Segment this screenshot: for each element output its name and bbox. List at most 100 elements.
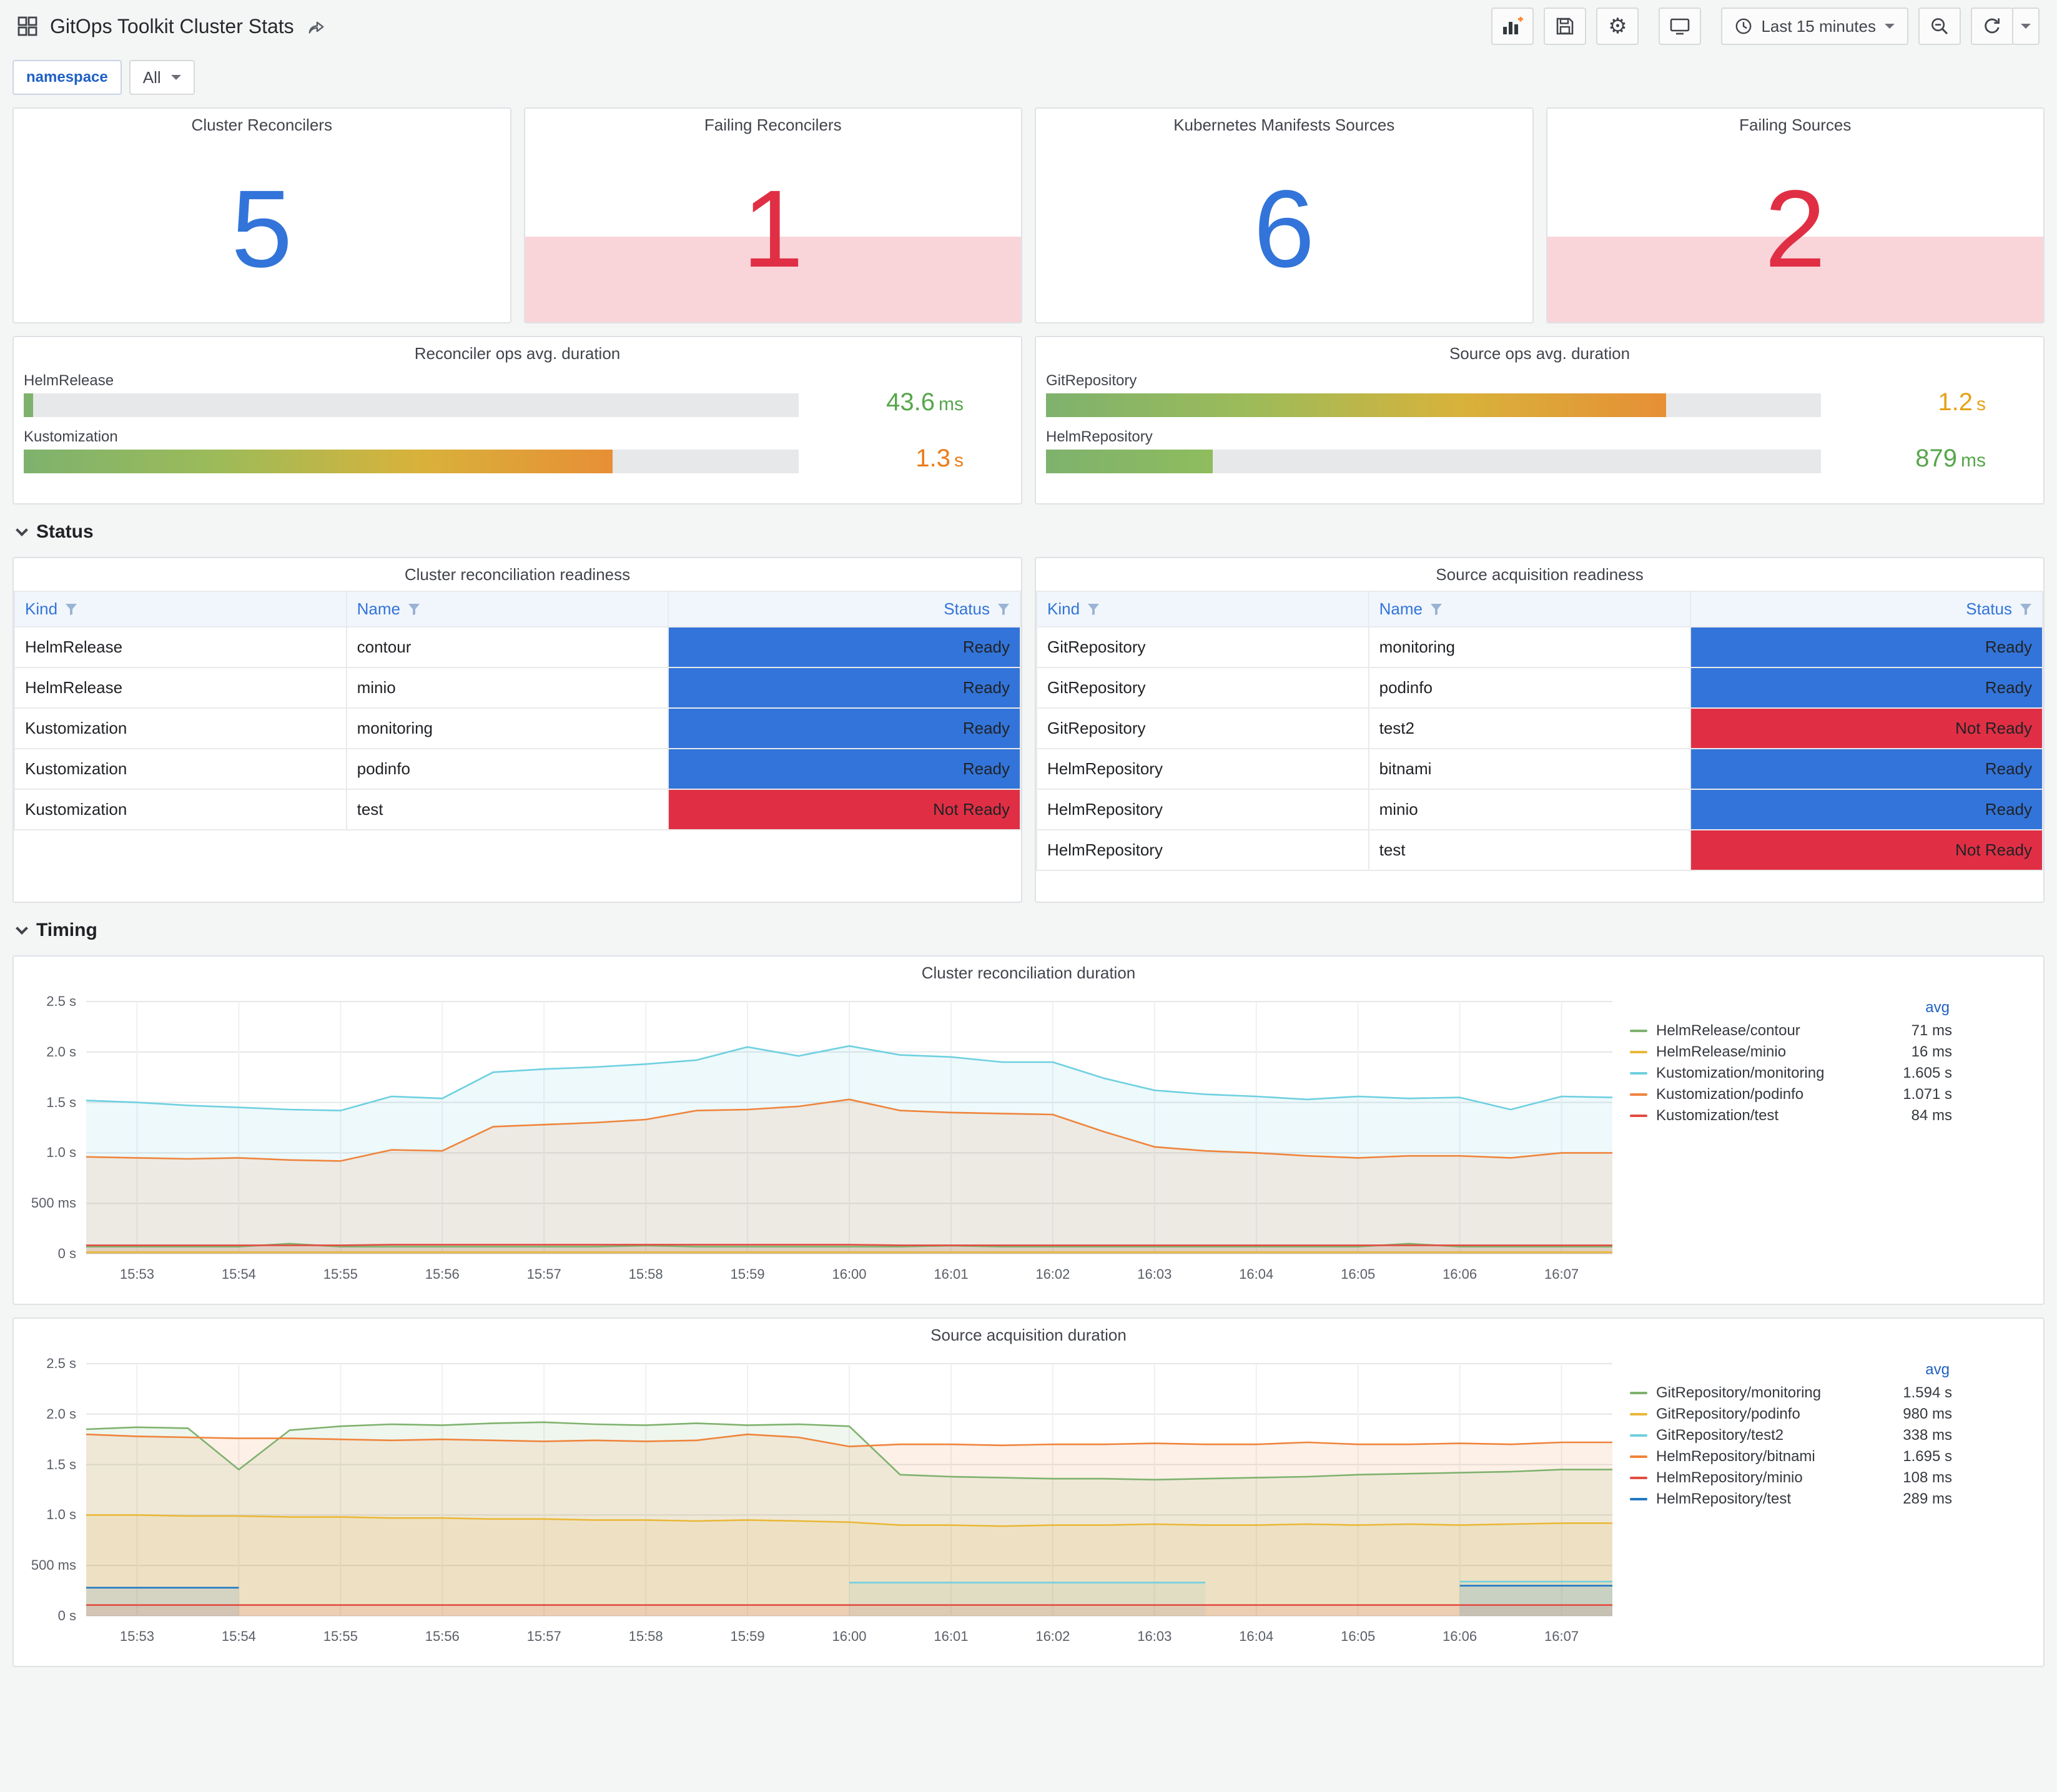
chart-legend: avg HelmRelease/contour 71 ms HelmRelease/… [1630,994,1952,1284]
time-series-plot[interactable] [86,1356,1612,1623]
column-header-status[interactable]: Status [1690,591,2043,628]
panel-title[interactable]: Source acquisition readiness [1036,558,2043,591]
x-tick-label: 16:03 [1137,1266,1172,1282]
legend-item: HelmRelease/contour 71 ms [1630,1020,1952,1041]
refresh-button[interactable] [1971,7,2013,45]
filter-icon[interactable] [408,603,420,616]
tv-mode-button[interactable] [1659,7,1702,45]
gauge-label: HelmRelease [24,372,114,389]
legend-series-name[interactable]: GitRepository/test2 [1656,1427,1783,1444]
variable-value-dropdown[interactable]: All [129,60,195,95]
section-title: Status [36,521,94,542]
x-tick-label: 16:04 [1239,1266,1274,1282]
legend-item: HelmRepository/test 289 ms [1630,1489,1952,1510]
settings-button[interactable]: ⚙ [1596,7,1639,45]
status-cell: Ready [668,667,1021,709]
kind-cell: Kustomization [14,707,347,749]
gauge-label: GitRepository [1046,372,1137,389]
x-tick-label: 15:53 [119,1628,154,1644]
chevron-down-icon [2021,24,2031,29]
legend-series-swatch [1630,1072,1647,1075]
legend-series-name[interactable]: HelmRepository/minio [1656,1469,1803,1487]
table-row: HelmRepository bitnami Ready [1036,748,2043,790]
variable-selected-value: All [142,67,161,87]
panel-title[interactable]: Cluster reconciliation readiness [14,558,1021,591]
kind-cell: HelmRepository [1036,789,1369,830]
legend-item: Kustomization/test 84 ms [1630,1105,1952,1126]
name-cell: contour [345,626,669,668]
refresh-interval-dropdown[interactable] [2012,7,2040,45]
filter-icon[interactable] [1430,603,1443,616]
legend-series-swatch [1630,1455,1647,1458]
x-tick-label: 15:59 [730,1628,765,1644]
x-tick-label: 16:05 [1341,1628,1376,1644]
time-series-plot[interactable] [86,994,1612,1261]
legend-series-name[interactable]: Kustomization/monitoring [1656,1065,1824,1082]
panel-title[interactable]: Cluster reconciliation duration [14,957,2043,989]
filter-icon[interactable] [2020,603,2032,616]
table-row: GitRepository test2 Not Ready [1036,707,2043,749]
legend-series-avg: 16 ms [1911,1043,1952,1060]
x-tick-label: 16:07 [1544,1266,1579,1282]
y-tick-label: 0 s [57,1608,76,1623]
status-cell: Ready [668,626,1021,668]
time-picker-button[interactable]: Last 15 minutes [1721,7,1908,45]
filter-icon[interactable] [997,603,1010,616]
legend-series-swatch [1630,1477,1647,1479]
gauge-track [24,450,799,473]
legend-series-name[interactable]: HelmRepository/bitnami [1656,1448,1815,1465]
column-header-name[interactable]: Name [1368,591,1692,628]
stat-value: 5 [231,168,293,290]
legend-series-name[interactable]: GitRepository/podinfo [1656,1406,1800,1423]
legend-item: Kustomization/podinfo 1.071 s [1630,1084,1952,1105]
refresh-icon [1985,18,2000,34]
filter-icon[interactable] [1087,603,1100,616]
legend-series-name[interactable]: Kustomization/test [1656,1107,1778,1125]
gauge-value: 879 ms [1915,445,1986,472]
legend-item: Kustomization/monitoring 1.605 s [1630,1063,1952,1084]
legend-series-avg: 289 ms [1903,1490,1952,1507]
legend-series-name[interactable]: Kustomization/podinfo [1656,1086,1803,1103]
name-cell: podinfo [345,748,669,790]
legend-series-swatch [1630,1093,1647,1096]
name-cell: bitnami [1368,748,1692,790]
section-title: Timing [36,920,97,940]
legend-series-swatch [1630,1498,1647,1500]
readiness-table: Kind Name Status HelmRelease contour Ready… [14,591,1021,830]
legend-series-name[interactable]: GitRepository/monitoring [1656,1384,1821,1402]
y-tick-label: 1.0 s [46,1507,76,1523]
panel-failing-reconcilers: Failing Reconcilers 1 [523,107,1022,323]
monitor-icon [1670,18,1690,35]
status-cell: Not Ready [1690,829,2043,871]
legend-series-name[interactable]: HelmRelease/minio [1656,1043,1786,1061]
section-timing[interactable]: Timing [16,915,2057,945]
legend-series-name[interactable]: HelmRelease/contour [1656,1022,1800,1040]
legend-series-avg: 1.071 s [1903,1086,1952,1103]
legend-series-swatch [1630,1392,1647,1394]
add-panel-button[interactable] [1491,7,1534,45]
filter-icon[interactable] [65,603,77,616]
panel-title[interactable]: Source acquisition duration [14,1319,2043,1351]
column-header-kind[interactable]: Kind [1036,591,1369,628]
column-header-name[interactable]: Name [345,591,669,628]
column-header-kind[interactable]: Kind [14,591,347,628]
save-button[interactable] [1544,7,1587,45]
legend-avg-header[interactable]: avg [1630,1361,1952,1379]
zoom-out-button[interactable] [1918,7,1961,45]
panel-cluster-reconciliation-duration: Cluster reconciliation duration 0 s 500 m… [12,955,2045,1305]
stat-value: 6 [1253,168,1315,290]
name-cell: test2 [1368,707,1692,749]
panel-title[interactable]: Source ops avg. duration [1036,337,2043,370]
section-status[interactable]: Status [16,517,2057,547]
status-cell: Ready [1690,789,2043,830]
status-cell: Not Ready [668,789,1021,830]
share-button[interactable] [307,7,325,45]
column-header-status[interactable]: Status [668,591,1021,628]
legend-series-name[interactable]: HelmRepository/test [1656,1490,1791,1508]
y-tick-label: 2.5 s [46,993,76,1009]
legend-avg-header[interactable]: avg [1630,999,1952,1017]
panel-title[interactable]: Reconciler ops avg. duration [14,337,1021,370]
apps-grid-icon [17,16,37,36]
y-tick-label: 2.0 s [46,1043,76,1060]
gauge-value: 1.2 s [1938,388,1986,416]
